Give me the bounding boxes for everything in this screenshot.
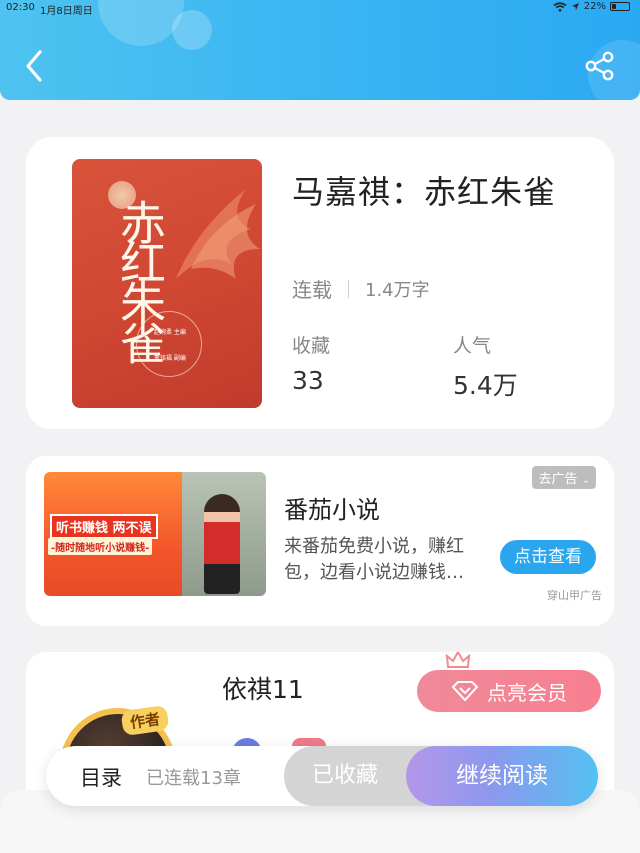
book-cover[interactable]: 赤红朱雀 赵婉柔 主编 董铭福 副编 (72, 159, 262, 408)
ad-cta-button[interactable]: 点击查看 (500, 540, 596, 574)
top-header: 02:30 1月8日周日 22% (0, 0, 640, 100)
book-title: 马嘉祺：赤红朱雀 (292, 173, 557, 211)
share-icon[interactable] (582, 48, 618, 84)
cover-editor: 董铭福 副编 (154, 355, 186, 362)
location-icon (571, 3, 579, 10)
book-status-line: 连载 1.4万字 (292, 274, 430, 303)
cover-circle (136, 311, 202, 377)
battery-icon (610, 2, 630, 11)
stat-value: 5.4万 (453, 371, 518, 400)
status-time: 02:30 (6, 2, 35, 13)
status-bar: 02:30 1月8日周日 22% (0, 0, 640, 17)
ad-person-figure (204, 494, 240, 594)
divider (348, 279, 349, 298)
word-count: 1.4万字 (365, 279, 430, 301)
ad-banner-title: 听书赚钱 两不误 (50, 514, 158, 539)
remove-ad-button[interactable]: 去广告 ⌄ (532, 466, 596, 489)
ad-description: 来番茄免费小说，赚红包，边看小说边赚钱… (284, 536, 464, 583)
author-name[interactable]: 依祺11 (222, 670, 304, 706)
book-info-card: 赤红朱雀 赵婉柔 主编 董铭福 副编 马嘉祺：赤红朱雀 连载 1.4万字 收藏 … (26, 137, 614, 429)
ad-banner-subtitle: -随时随地听小说赚钱- (48, 538, 153, 555)
chapter-count: 已连载13章 (146, 768, 241, 789)
stat-value: 33 (292, 366, 324, 395)
crown-icon (445, 652, 471, 668)
serial-status: 连载 (292, 278, 332, 302)
stat-favorites: 收藏 33 (292, 331, 330, 395)
diamond-icon (451, 681, 479, 702)
continue-reading-button[interactable]: 继续阅读 (406, 746, 598, 806)
vip-label: 点亮会员 (487, 680, 567, 705)
battery-percent: 22% (583, 1, 606, 12)
ad-app-name: 番茄小说 (284, 496, 380, 524)
toc-button[interactable]: 目录 (80, 762, 122, 792)
stat-popularity: 人气 5.4万 (453, 331, 518, 402)
status-right: 22% (553, 1, 630, 12)
status-date: 1月8日周日 (40, 6, 93, 17)
phoenix-art (176, 189, 260, 279)
vip-button[interactable]: 点亮会员 (417, 670, 601, 712)
stat-label: 人气 (453, 335, 492, 357)
remove-ad-label: 去广告 (538, 472, 578, 487)
decor-bubble (172, 10, 212, 50)
chevron-down-icon: ⌄ (581, 475, 590, 486)
ad-source: 穿山甲广告 (547, 589, 602, 602)
stat-label: 收藏 (292, 335, 331, 357)
ad-banner-text-b: 两不误 (112, 521, 152, 536)
back-arrow-icon[interactable] (20, 46, 50, 86)
ad-card[interactable]: 听书赚钱 两不误 -随时随地听小说赚钱- 去广告 ⌄ 番茄小说 来番茄免费小说，… (26, 456, 614, 626)
bottom-action-bar: 目录 已连载13章 已收藏 继续阅读 (46, 746, 598, 806)
ad-image[interactable]: 听书赚钱 两不误 -随时随地听小说赚钱- (44, 472, 266, 596)
cover-author: 赵婉柔 主编 (154, 329, 186, 336)
ad-banner-text: 听书赚钱 (56, 521, 109, 536)
wifi-icon (553, 1, 567, 12)
